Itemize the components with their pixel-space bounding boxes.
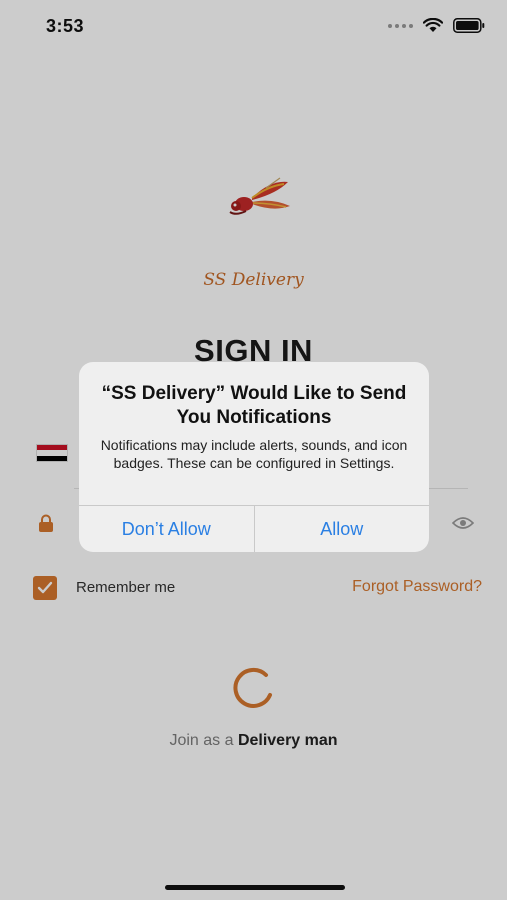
dont-allow-button[interactable]: Don’t Allow <box>79 506 255 552</box>
alert-button-row: Don’t Allow Allow <box>79 505 429 552</box>
alert-title: “SS Delivery” Would Like to Send You Not… <box>101 383 407 428</box>
allow-button[interactable]: Allow <box>255 506 430 552</box>
alert-message: Notifications may include alerts, sounds… <box>100 437 408 471</box>
notification-permission-alert: “SS Delivery” Would Like to Send You Not… <box>79 362 429 552</box>
app-screen: 3:53 SS Delivery SIGN IN Remember me For… <box>0 0 507 900</box>
